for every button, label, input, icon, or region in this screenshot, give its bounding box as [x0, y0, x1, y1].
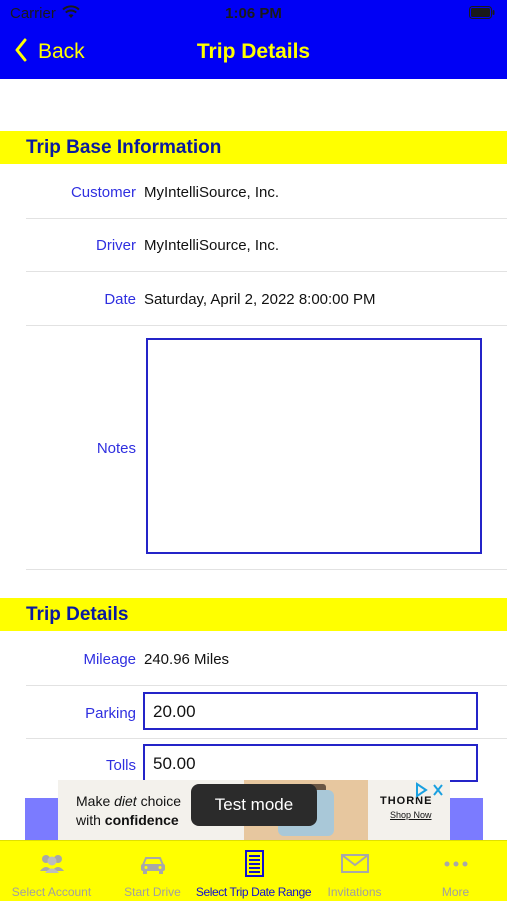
date-label: Date — [104, 291, 136, 308]
ad-text-part: with — [76, 812, 105, 828]
tab-select-trip-date-range[interactable]: Select Trip Date Range — [196, 841, 312, 901]
date-row: Date Saturday, April 2, 2022 8:00:00 PM — [0, 272, 507, 326]
customer-row: Customer MyIntelliSource, Inc. — [0, 165, 507, 219]
parking-input[interactable]: 20.00 — [143, 692, 478, 730]
row-divider — [26, 569, 507, 570]
test-mode-toast: Test mode — [191, 784, 317, 826]
envelope-icon — [341, 854, 369, 873]
section-header-base-info: Trip Base Information — [0, 131, 507, 164]
tolls-label: Tolls — [105, 757, 136, 774]
battery-icon — [469, 6, 495, 24]
driver-row: Driver MyIntelliSource, Inc. — [0, 219, 507, 272]
mileage-row: Mileage 240.96 Miles — [0, 632, 507, 686]
tolls-input[interactable]: 50.00 — [143, 744, 478, 782]
notes-row: Notes — [0, 326, 507, 570]
driver-value: MyIntelliSource, Inc. — [144, 237, 280, 254]
document-icon — [245, 850, 264, 877]
ad-text-part: confidence — [104, 812, 179, 828]
date-value: Saturday, April 2, 2022 8:00:00 PM — [144, 291, 376, 308]
mileage-label: Mileage — [83, 651, 136, 668]
tab-bar: Select Account Start Drive Select Trip D… — [0, 840, 507, 901]
section-header-trip-details: Trip Details — [0, 598, 507, 631]
customer-value: MyIntelliSource, Inc. — [144, 184, 280, 201]
driver-label: Driver — [96, 237, 136, 254]
ad-text-part: diet — [114, 793, 137, 809]
tab-more[interactable]: More — [405, 841, 506, 901]
mileage-value: 240.96 Miles — [144, 651, 230, 668]
tab-label: More — [441, 885, 470, 899]
parking-row: Parking 20.00 — [0, 686, 507, 739]
status-bar: Carrier 1:06 PM — [0, 0, 507, 28]
people-icon — [40, 855, 64, 873]
tab-select-account[interactable]: Select Account — [1, 841, 102, 901]
car-icon — [141, 857, 165, 874]
tab-start-drive[interactable]: Start Drive — [102, 841, 203, 901]
page-title: Trip Details — [196, 40, 311, 63]
status-time: 1:06 PM — [225, 5, 282, 22]
customer-label: Customer — [70, 184, 136, 201]
ad-shop-now-link[interactable]: Shop Now — [390, 810, 432, 820]
navigation-bar: Carrier 1:06 PM Back Trip Details — [0, 0, 507, 79]
ad-text-part: Make — [76, 793, 115, 809]
ad-choices-icon[interactable] — [414, 782, 446, 798]
ad-text: Make diet choice with confidence — [76, 792, 181, 830]
parking-label: Parking — [85, 705, 136, 722]
more-icon — [444, 861, 468, 867]
notes-textarea[interactable] — [146, 338, 482, 554]
ad-text-part: choice — [136, 793, 182, 809]
notes-label: Notes — [96, 440, 136, 457]
tab-invitations[interactable]: Invitations — [304, 841, 405, 901]
